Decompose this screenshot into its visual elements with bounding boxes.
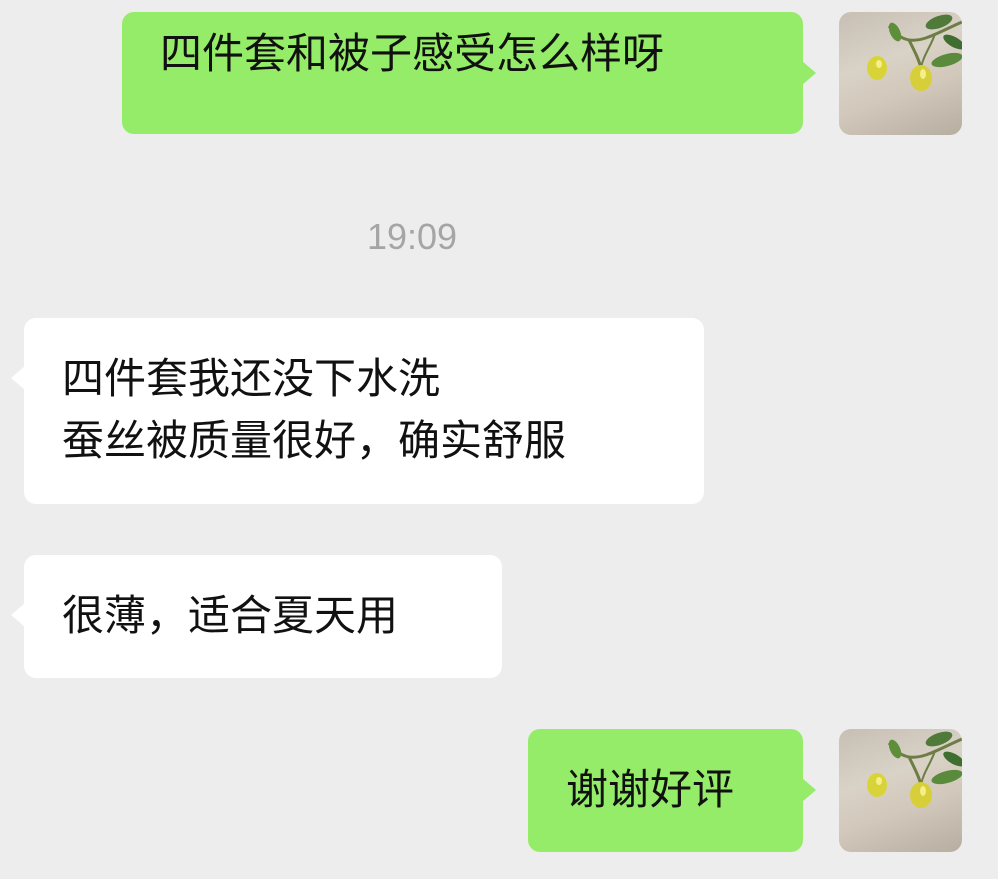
message-text: 四件套和被子感受怎么样呀 xyxy=(160,29,665,78)
message-bubble-incoming[interactable]: 很薄，适合夏天用 xyxy=(11,555,502,678)
message-text: 谢谢好评 xyxy=(566,765,735,814)
bubble-tail xyxy=(11,366,25,390)
message-bubble-incoming[interactable]: 四件套我还没下水洗 蚕丝被质量很好，确实舒服 xyxy=(11,318,704,504)
message-text: 很薄，适合夏天用 xyxy=(62,591,399,640)
avatar[interactable] xyxy=(839,12,962,135)
message-text-line: 蚕丝被质量很好，确实舒服 xyxy=(62,416,567,465)
message-bubble-outgoing[interactable]: 谢谢好评 xyxy=(528,729,816,852)
avatar[interactable] xyxy=(839,729,962,852)
message-bubble-outgoing[interactable]: 四件套和被子感受怎么样呀 xyxy=(122,12,816,134)
bubble-tail xyxy=(11,603,25,627)
lemon-plant-photo-icon xyxy=(867,731,962,808)
bubble-tail xyxy=(802,778,816,802)
message-timestamp: 19:09 xyxy=(366,216,458,257)
lemon-plant-photo-icon xyxy=(867,14,962,91)
bubble-tail xyxy=(802,61,816,85)
message-text-line: 四件套我还没下水洗 xyxy=(62,354,441,403)
